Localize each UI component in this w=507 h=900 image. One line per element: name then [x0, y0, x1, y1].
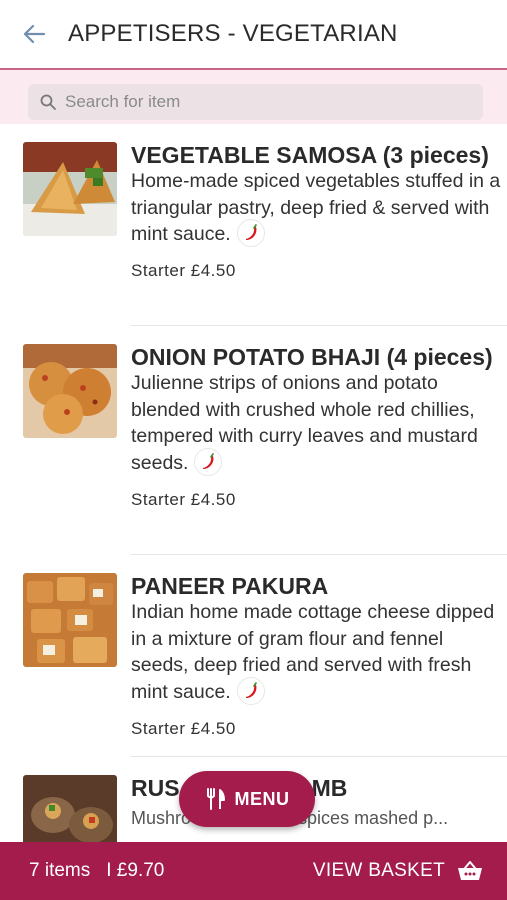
item-price: Starter £4.50 — [131, 261, 236, 280]
item-name: ONION POTATO BHAJI (4 pieces) — [131, 344, 493, 370]
basket-bar[interactable]: 7 items I £9.70 VIEW BASKET — [0, 842, 507, 900]
menu-button[interactable]: MENU — [179, 771, 315, 827]
basket-total: I £9.70 — [106, 860, 165, 881]
app-header: APPETISERS - VEGETARIAN — [0, 0, 507, 68]
item-description-text: Home-made spiced vegetables stuffed in a… — [131, 170, 501, 246]
fork-knife-icon — [206, 788, 225, 810]
item-divider — [131, 554, 507, 555]
samosa-image — [23, 142, 117, 236]
item-price: Starter £4.50 — [131, 718, 236, 738]
item-price: Starter £4.50 — [131, 489, 236, 509]
item-name: PANEER PAKURA — [131, 573, 329, 599]
item-description: Julienne strips of onions and potato ble… — [131, 370, 503, 478]
back-button[interactable] — [0, 0, 68, 68]
bhaji-image — [23, 344, 117, 438]
item-name-right: MB — [311, 775, 348, 801]
item-name-left: RUS — [131, 775, 180, 801]
page-title: APPETISERS - VEGETARIAN — [68, 20, 398, 47]
item-description: Indian home made cottage cheese dipped i… — [131, 599, 503, 707]
basket-items-count: 7 items — [29, 860, 91, 881]
search-icon — [39, 93, 57, 111]
menu-button-label: MENU — [234, 788, 290, 809]
pakura-image — [23, 573, 117, 667]
item-description-text: Julienne strips of onions and potato ble… — [131, 372, 478, 474]
item-divider — [131, 756, 507, 757]
menu-item-list[interactable]: VEGETABLE SAMOSA (3 pieces) Home-made sp… — [0, 124, 507, 842]
item-description: Home-made spiced vegetables stuffed in a… — [131, 168, 503, 249]
item-name: VEGETABLE SAMOSA (3 pieces) — [131, 142, 489, 168]
search-box[interactable] — [28, 84, 483, 120]
item-divider — [131, 325, 507, 326]
back-arrow-icon — [23, 24, 46, 44]
search-bar — [0, 70, 507, 124]
chili-icon — [236, 219, 265, 247]
basket-icon[interactable] — [457, 859, 483, 883]
mushroom-image — [23, 775, 117, 842]
item-description-text: Indian home made cottage cheese dipped i… — [131, 601, 495, 703]
chili-icon — [194, 447, 223, 476]
view-basket-button[interactable]: VIEW BASKET — [313, 860, 445, 882]
chili-icon — [236, 676, 265, 705]
search-input[interactable] — [65, 92, 465, 112]
